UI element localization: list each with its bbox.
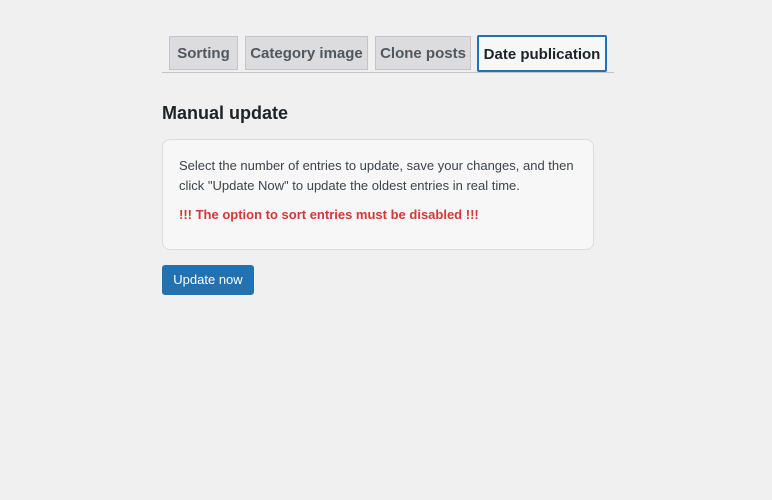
tab-bar: Sorting Category image Clone posts Date … [162,35,614,73]
update-now-button[interactable]: Update now [162,265,254,295]
tab-category-image[interactable]: Category image [245,36,368,70]
settings-wrapper: Sorting Category image Clone posts Date … [162,35,614,73]
tab-clone-posts[interactable]: Clone posts [375,36,471,70]
info-box: Select the number of entries to update, … [162,139,594,250]
warning-text: !!! The option to sort entries must be d… [179,207,479,222]
info-description: Select the number of entries to update, … [179,158,574,193]
tab-date-publication[interactable]: Date publication [477,35,607,72]
section-title: Manual update [162,103,289,123]
tab-sorting[interactable]: Sorting [169,36,238,70]
